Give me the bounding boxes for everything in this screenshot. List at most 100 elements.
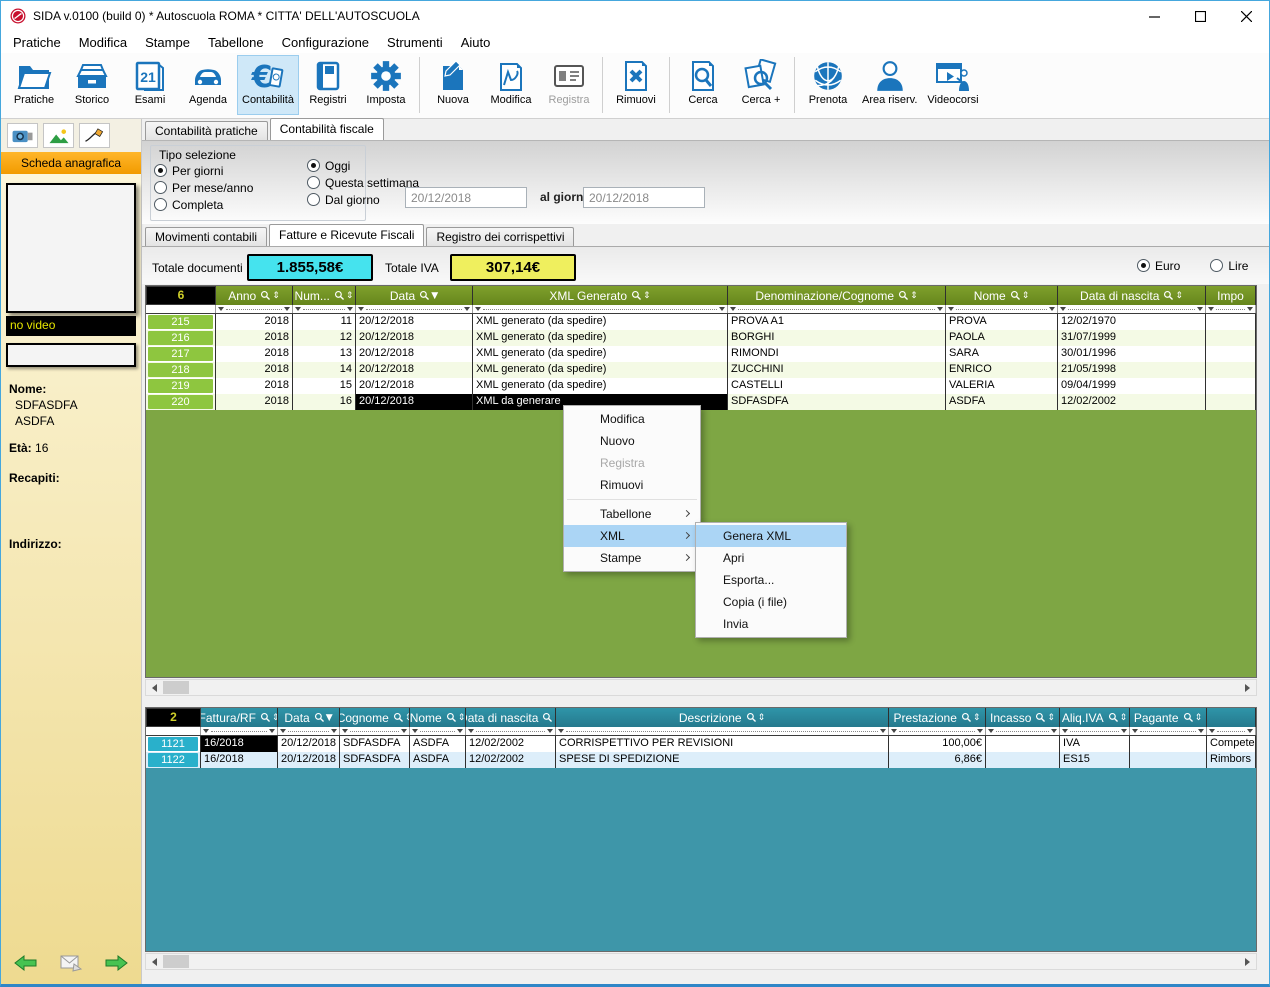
table-row[interactable]: 112116/201820/12/2018SDFASDFAASDFA12/02/… (146, 736, 1256, 752)
toolbar-button-contabilit[interactable]: €Contabilità (237, 55, 299, 115)
table-row[interactable]: 112216/201820/12/2018SDFASDFAASDFA12/02/… (146, 752, 1256, 768)
context-menu-item-modifica[interactable]: Modifica (564, 408, 700, 430)
table-row[interactable]: 21720181320/12/2018XML generato (da sped… (146, 346, 1256, 362)
filter-cell[interactable] (728, 305, 946, 313)
scroll-right-icon[interactable] (1239, 680, 1256, 695)
menu-tabellone[interactable]: Tabellone (199, 33, 273, 52)
filter-cell[interactable] (278, 727, 340, 735)
radio-per-mese-anno[interactable]: Per mese/anno (154, 179, 253, 196)
row-number[interactable]: 218 (148, 363, 213, 377)
scrollbar-thumb[interactable] (163, 681, 189, 694)
toolbar-button-rimuovi[interactable]: Rimuovi (607, 55, 665, 115)
menu-strumenti[interactable]: Strumenti (378, 33, 452, 52)
column-header-anno[interactable]: Anno⇕ (216, 286, 293, 305)
toolbar-button-videocorsi[interactable]: Videocorsi (922, 55, 983, 115)
table-row[interactable]: 21920181520/12/2018XML generato (da sped… (146, 378, 1256, 394)
column-header-fattura-rf[interactable]: Fattura/RF⇕ (201, 708, 278, 727)
filter-cell[interactable] (1206, 305, 1256, 313)
toolbar-button-modifica[interactable]: Modifica (482, 55, 540, 115)
row-number[interactable]: 1122 (148, 753, 198, 767)
filter-cell[interactable] (986, 727, 1060, 735)
radio-dal-giorno[interactable]: Dal giorno (307, 191, 419, 208)
radio-completa[interactable]: Completa (154, 196, 253, 213)
submenu-item-copia-i-file[interactable]: Copia (i file) (696, 591, 846, 613)
row-number[interactable]: 215 (148, 315, 213, 329)
date-to-input[interactable] (583, 187, 705, 208)
subtab-movimenti-contabili[interactable]: Movimenti contabili (145, 227, 267, 246)
filter-cell[interactable] (410, 727, 466, 735)
menu-modifica[interactable]: Modifica (70, 33, 136, 52)
filter-cell[interactable] (293, 305, 356, 313)
filter-cell[interactable] (356, 305, 473, 313)
toolbar-button-prenota[interactable]: Prenota (799, 55, 857, 115)
radio-lire[interactable]: Lire (1210, 257, 1248, 274)
radio-euro[interactable]: Euro (1137, 257, 1180, 274)
radio-per-giorni[interactable]: Per giorni (154, 162, 253, 179)
column-header-prestazione[interactable]: Prestazione⇕ (889, 708, 986, 727)
column-header-data[interactable]: Data▼ (278, 708, 340, 727)
filter-cell[interactable] (466, 727, 556, 735)
column-header-pagante[interactable]: Pagante⇕ (1130, 708, 1207, 727)
close-button[interactable] (1223, 1, 1269, 31)
date-from-input[interactable] (405, 187, 527, 208)
submenu-item-esporta[interactable]: Esporta... (696, 569, 846, 591)
menu-configurazione[interactable]: Configurazione (273, 33, 378, 52)
column-header-impo[interactable]: Impo (1206, 286, 1256, 305)
filter-cell[interactable] (340, 727, 410, 735)
filter-cell[interactable] (946, 305, 1058, 313)
maximize-button[interactable] (1177, 1, 1223, 31)
radio-questa-settimana[interactable]: Questa settimana (307, 174, 419, 191)
toolbar-button-area-riserv[interactable]: Area riserv. (857, 55, 922, 115)
table-row[interactable]: 21820181420/12/2018XML generato (da sped… (146, 362, 1256, 378)
column-header-data-di-nascita[interactable]: Data di nascita⇕ (466, 708, 556, 727)
submenu-item-apri[interactable]: Apri (696, 547, 846, 569)
context-menu-item-tabellone[interactable]: Tabellone (564, 503, 700, 525)
toolbar-button-agenda[interactable]: Agenda (179, 55, 237, 115)
filter-cell[interactable] (473, 305, 728, 313)
context-menu-item-xml[interactable]: XML (564, 525, 700, 547)
subtab-registro-dei-corrispettivi[interactable]: Registro dei corrispettivi (426, 227, 574, 246)
scroll-left-icon[interactable] (146, 680, 163, 695)
row-number[interactable]: 219 (148, 379, 213, 393)
column-header-num[interactable]: Num...⇕ (293, 286, 356, 305)
menu-pratiche[interactable]: Pratiche (4, 33, 70, 52)
radio-oggi[interactable]: Oggi (307, 157, 419, 174)
column-header-incasso[interactable]: Incasso⇕ (986, 708, 1060, 727)
filter-cell[interactable] (1207, 727, 1256, 735)
table-row[interactable]: 21620181220/12/2018XML generato (da sped… (146, 330, 1256, 346)
column-header-data-di-nascita[interactable]: Data di nascita⇕ (1058, 286, 1206, 305)
submenu-item-invia[interactable]: Invia (696, 613, 846, 635)
column-header-item[interactable] (1207, 708, 1256, 727)
scroll-right-icon[interactable] (1239, 954, 1256, 969)
context-menu-item-nuovo[interactable]: Nuovo (564, 430, 700, 452)
row-number[interactable]: 220 (148, 395, 213, 409)
next-arrow-icon[interactable] (104, 953, 128, 978)
column-header-xml-generato[interactable]: XML Generato⇕ (473, 286, 728, 305)
filter-cell[interactable] (1058, 305, 1206, 313)
column-header-nome[interactable]: Nome⇕ (946, 286, 1058, 305)
menu-aiuto[interactable]: Aiuto (452, 33, 500, 52)
row-number[interactable]: 217 (148, 347, 213, 361)
minimize-button[interactable] (1131, 1, 1177, 31)
tab-contabilit-fiscale[interactable]: Contabilità fiscale (270, 118, 384, 140)
filter-cell[interactable] (556, 727, 889, 735)
menu-stampe[interactable]: Stampe (136, 33, 199, 52)
row-number[interactable]: 1121 (148, 737, 198, 751)
column-header-data[interactable]: Data▼ (356, 286, 473, 305)
context-menu-item-rimuovi[interactable]: Rimuovi (564, 474, 700, 496)
scroll-left-icon[interactable] (146, 954, 163, 969)
email-icon[interactable] (59, 953, 83, 978)
filter-cell[interactable] (216, 305, 293, 313)
toolbar-button-cerca[interactable]: Cerca (674, 55, 732, 115)
toolbar-button-storico[interactable]: Storico (63, 55, 121, 115)
toolbar-button-imposta[interactable]: Imposta (357, 55, 415, 115)
column-header-nome[interactable]: Nome⇕ (410, 708, 466, 727)
filter-cell[interactable] (1060, 727, 1130, 735)
toolbar-button-pratiche[interactable]: Pratiche (5, 55, 63, 115)
column-header-denominazione-cognome[interactable]: Denominazione/Cognome⇕ (728, 286, 946, 305)
column-header-aliq-iva[interactable]: Aliq.IVA⇕ (1060, 708, 1130, 727)
subtab-fatture-e-ricevute-fiscali[interactable]: Fatture e Ricevute Fiscali (269, 224, 424, 246)
table-row[interactable]: 21520181120/12/2018XML generato (da sped… (146, 314, 1256, 330)
context-menu-item-stampe[interactable]: Stampe (564, 547, 700, 569)
filter-cell[interactable] (1130, 727, 1207, 735)
